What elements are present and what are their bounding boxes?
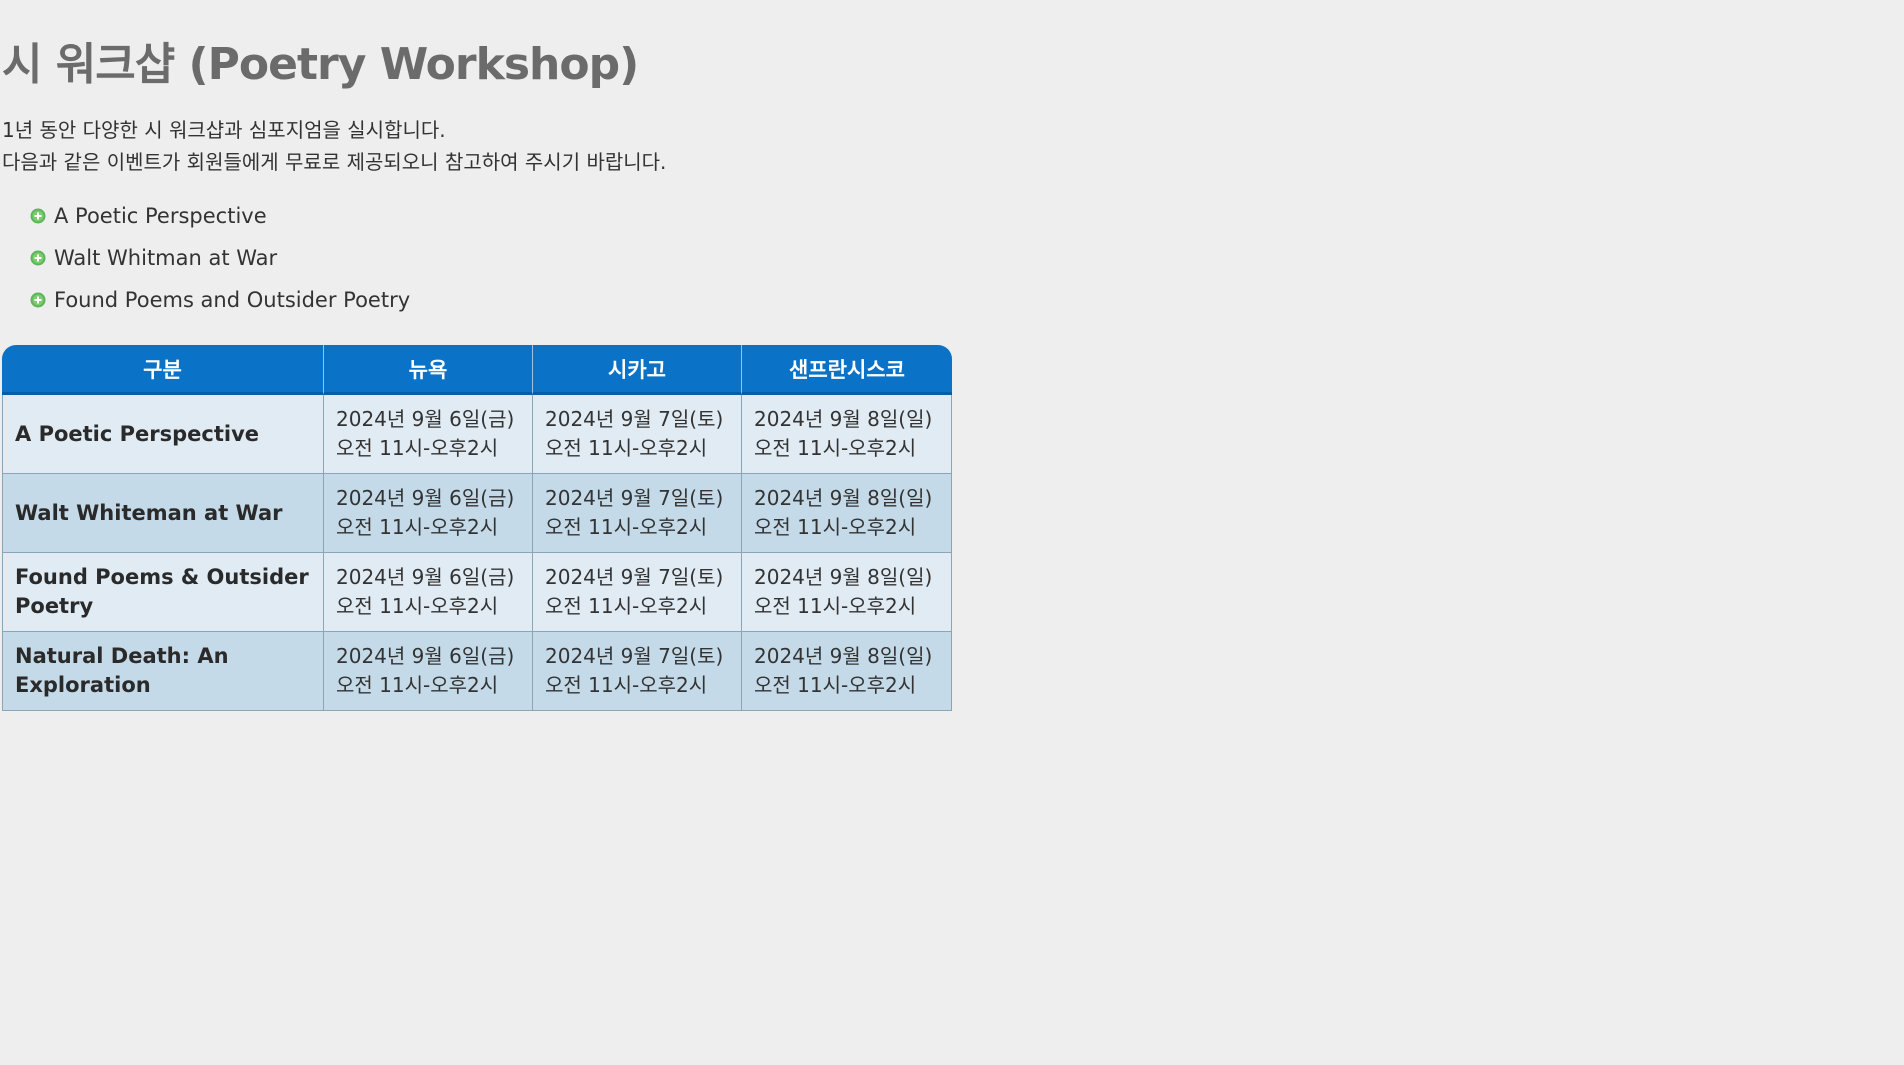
column-header-san-francisco: 샌프란시스코	[742, 345, 952, 395]
plus-circle-icon	[30, 208, 46, 224]
date-text: 2024년 9월 8일(일)	[754, 486, 933, 510]
list-item: Walt Whitman at War	[30, 237, 410, 279]
date-text: 2024년 9월 6일(금)	[336, 486, 515, 510]
date-text: 2024년 9월 7일(토)	[545, 486, 724, 510]
table-row: A Poetic Perspective 2024년 9월 6일(금) 오전 1…	[2, 395, 952, 474]
plus-circle-icon	[30, 250, 46, 266]
list-item-label: Walt Whitman at War	[54, 246, 278, 270]
schedule-cell: 2024년 9월 8일(일) 오전 11시-오후2시	[742, 474, 952, 553]
time-text: 오전 11시-오후2시	[545, 673, 708, 697]
event-list: A Poetic Perspective Walt Whitman at War…	[30, 195, 410, 321]
time-text: 오전 11시-오후2시	[336, 436, 499, 460]
column-header-new-york: 뉴욕	[324, 345, 533, 395]
time-text: 오전 11시-오후2시	[545, 515, 708, 539]
schedule-cell: 2024년 9월 6일(금) 오전 11시-오후2시	[324, 395, 533, 474]
list-item-label: Found Poems and Outsider Poetry	[54, 288, 411, 312]
table-row: Natural Death: An Exploration 2024년 9월 6…	[2, 632, 952, 711]
schedule-cell: 2024년 9월 8일(일) 오전 11시-오후2시	[742, 632, 952, 711]
time-text: 오전 11시-오후2시	[754, 594, 917, 618]
event-name-cell: Walt Whiteman at War	[2, 474, 324, 553]
time-text: 오전 11시-오후2시	[545, 436, 708, 460]
time-text: 오전 11시-오후2시	[754, 515, 917, 539]
time-text: 오전 11시-오후2시	[336, 515, 499, 539]
list-item: A Poetic Perspective	[30, 195, 410, 237]
date-text: 2024년 9월 7일(토)	[545, 407, 724, 431]
date-text: 2024년 9월 7일(토)	[545, 565, 724, 589]
date-text: 2024년 9월 8일(일)	[754, 407, 933, 431]
date-text: 2024년 9월 8일(일)	[754, 644, 933, 668]
schedule-cell: 2024년 9월 8일(일) 오전 11시-오후2시	[742, 395, 952, 474]
schedule-cell: 2024년 9월 6일(금) 오전 11시-오후2시	[324, 632, 533, 711]
schedule-table: 구분 뉴욕 시카고 샌프란시스코 A Poetic Perspective 20…	[2, 345, 952, 711]
schedule-cell: 2024년 9월 7일(토) 오전 11시-오후2시	[533, 632, 742, 711]
date-text: 2024년 9월 6일(금)	[336, 407, 515, 431]
time-text: 오전 11시-오후2시	[545, 594, 708, 618]
schedule-cell: 2024년 9월 6일(금) 오전 11시-오후2시	[324, 553, 533, 632]
time-text: 오전 11시-오후2시	[754, 673, 917, 697]
intro-text: 1년 동안 다양한 시 워크샵과 심포지엄을 실시합니다. 다음과 같은 이벤트…	[2, 114, 666, 178]
plus-circle-icon	[30, 292, 46, 308]
column-header-chicago: 시카고	[533, 345, 742, 395]
intro-line: 다음과 같은 이벤트가 회원들에게 무료로 제공되오니 참고하여 주시기 바랍니…	[2, 150, 667, 174]
event-name-cell: A Poetic Perspective	[2, 395, 324, 474]
list-item: Found Poems and Outsider Poetry	[30, 279, 410, 321]
intro-line: 1년 동안 다양한 시 워크샵과 심포지엄을 실시합니다.	[2, 118, 446, 142]
schedule-cell: 2024년 9월 7일(토) 오전 11시-오후2시	[533, 395, 742, 474]
event-name-cell: Natural Death: An Exploration	[2, 632, 324, 711]
list-item-label: A Poetic Perspective	[54, 204, 267, 228]
date-text: 2024년 9월 6일(금)	[336, 565, 515, 589]
table-row: Found Poems & Outsider Poetry 2024년 9월 6…	[2, 553, 952, 632]
schedule-cell: 2024년 9월 7일(토) 오전 11시-오후2시	[533, 553, 742, 632]
table-header-row: 구분 뉴욕 시카고 샌프란시스코	[2, 345, 952, 395]
table-row: Walt Whiteman at War 2024년 9월 6일(금) 오전 1…	[2, 474, 952, 553]
date-text: 2024년 9월 8일(일)	[754, 565, 933, 589]
time-text: 오전 11시-오후2시	[336, 673, 499, 697]
page-title: 시 워크샵 (Poetry Workshop)	[2, 39, 639, 90]
schedule-cell: 2024년 9월 8일(일) 오전 11시-오후2시	[742, 553, 952, 632]
schedule-cell: 2024년 9월 7일(토) 오전 11시-오후2시	[533, 474, 742, 553]
time-text: 오전 11시-오후2시	[754, 436, 917, 460]
event-name-cell: Found Poems & Outsider Poetry	[2, 553, 324, 632]
schedule-cell: 2024년 9월 6일(금) 오전 11시-오후2시	[324, 474, 533, 553]
date-text: 2024년 9월 7일(토)	[545, 644, 724, 668]
date-text: 2024년 9월 6일(금)	[336, 644, 515, 668]
time-text: 오전 11시-오후2시	[336, 594, 499, 618]
column-header-category: 구분	[2, 345, 324, 395]
